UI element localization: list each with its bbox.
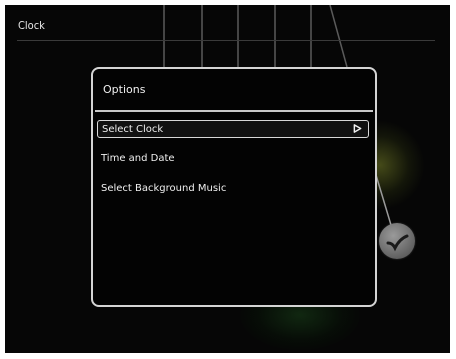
options-dialog: Options Select Clock Time and Date Selec… (91, 67, 377, 307)
title-divider (17, 40, 435, 41)
checkmark-icon (386, 234, 409, 252)
menu-item-select-clock[interactable]: Select Clock (97, 120, 369, 138)
menu-item-label: Select Background Music (101, 183, 227, 194)
play-arrow-icon (353, 124, 362, 133)
screen: Clock Options Select Clock Time and Date… (5, 5, 450, 353)
menu-item-label: Time and Date (101, 153, 175, 164)
app-title: Clock (18, 19, 45, 32)
dialog-divider (95, 110, 373, 112)
menu-item-time-and-date[interactable]: Time and Date (97, 150, 369, 168)
menu-item-label: Select Clock (102, 124, 164, 135)
dialog-title: Options (103, 83, 146, 96)
menu-item-select-background-music[interactable]: Select Background Music (97, 180, 369, 198)
ok-button[interactable] (379, 223, 415, 259)
